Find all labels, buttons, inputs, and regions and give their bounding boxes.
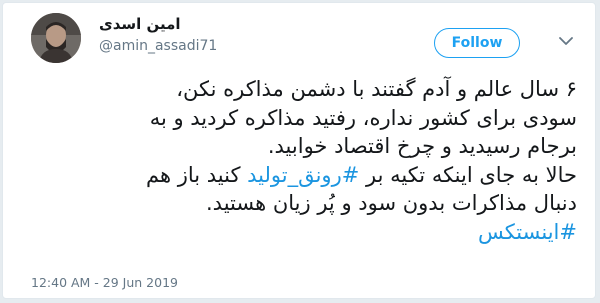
avatar[interactable]	[31, 13, 81, 63]
follow-button[interactable]: Follow	[434, 28, 520, 58]
user-handle[interactable]: @amin_assadi71	[99, 38, 217, 54]
hashtag-link[interactable]: #اینستکس	[478, 220, 577, 244]
tweet-line: دنبال مذاکرات بدون سود و پُر زیان هستید.	[206, 191, 577, 215]
tweet-text: ۶ سال عالم و آدم گفتند با دشمن مذاکره نک…	[27, 75, 577, 246]
tweet-line: سودی برای کشور نداره، رفتید مذاکره کردید…	[149, 105, 577, 130]
tweet-line: حالا به جای اینکه تکیه بر #رونق_تولید کن…	[27, 161, 577, 190]
hashtag-link[interactable]: #رونق_تولید	[247, 163, 359, 187]
tweet-line: #اینستکس	[27, 218, 577, 247]
tweet-line: ۶ سال عالم و آدم گفتند با دشمن مذاکره نک…	[176, 77, 577, 101]
tweet-line: برجام رسیدید و چرخ اقتصاد خوابید.	[267, 134, 577, 158]
tweet-card: امین اسدی @amin_assadi71 Follow ۶ سال عا…	[2, 2, 596, 299]
tweet-timestamp[interactable]: 12:40 AM - 29 Jun 2019	[31, 275, 178, 290]
display-name[interactable]: امین اسدی	[99, 15, 181, 33]
avatar-image	[31, 13, 81, 63]
tweet-text-segment: کنید باز هم	[145, 162, 248, 187]
tweet-text-segment: حالا به جای اینکه تکیه بر	[359, 162, 577, 187]
chevron-down-icon[interactable]	[559, 36, 573, 46]
